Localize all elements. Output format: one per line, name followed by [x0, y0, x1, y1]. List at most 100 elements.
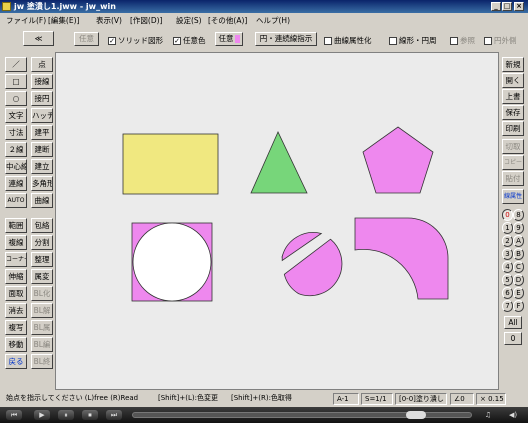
maximize-button[interactable]: □	[502, 2, 512, 11]
checkbox-box	[324, 37, 332, 45]
tool-button-10-1[interactable]: 分割	[31, 235, 53, 250]
layer-group-button-5[interactable]: 5	[502, 274, 513, 286]
tool-button-17-0[interactable]: 戻る	[5, 354, 27, 369]
close-button[interactable]: ×	[514, 2, 524, 11]
title-bar: jw 塗潰し1.jww - jw_win _ □ ×	[0, 0, 528, 13]
current-layer-button[interactable]: 0	[504, 332, 522, 345]
tool-button-8-1[interactable]: 曲線	[31, 193, 53, 208]
seek-bar[interactable]	[132, 411, 472, 419]
tool-button-14-0[interactable]: 消去	[5, 303, 27, 318]
tool-button-2-0[interactable]: ○	[5, 91, 27, 106]
tool-button-15-0[interactable]: 複写	[5, 320, 27, 335]
tool-button-16-1[interactable]: BL編	[31, 337, 53, 352]
tool-button-8-0[interactable]: AUTO	[5, 193, 27, 208]
menu-other[interactable]: [その他(A)]	[208, 15, 247, 26]
curve-attribute-checkbox[interactable]: 曲線属性化	[324, 35, 372, 46]
layer-group-button-B[interactable]: B	[513, 248, 524, 260]
tool-button-2-1[interactable]: 接円	[31, 91, 53, 106]
layer-display[interactable]: [0-0]塗り潰し	[395, 393, 447, 405]
tool-button-6-0[interactable]: 中心線	[5, 159, 27, 174]
scale-display[interactable]: S=1/1	[361, 393, 393, 405]
collapse-button[interactable]: ≪	[23, 31, 54, 46]
file-button-6[interactable]: コピー	[502, 155, 524, 170]
tool-button-5-0[interactable]: ２線	[5, 142, 27, 157]
tool-button-4-1[interactable]: 建平	[31, 125, 53, 140]
solid-shape-checkbox[interactable]: ✓ ソリッド図形	[108, 35, 163, 46]
stop-button[interactable]: ⏹	[82, 410, 98, 420]
tool-button-1-1[interactable]: 接線	[31, 74, 53, 89]
tool-button-3-1[interactable]: ハッチ	[31, 108, 53, 123]
arc-continuous-button[interactable]: 円・連続線指示	[255, 32, 317, 46]
custom-color-checkbox[interactable]: ✓ 任意色	[173, 35, 206, 46]
tool-button-1-0[interactable]: □	[5, 74, 27, 89]
file-button-8[interactable]: 線属性	[502, 189, 524, 204]
layer-group-button-4[interactable]: 4	[502, 261, 513, 273]
tool-button-14-1[interactable]: BL解	[31, 303, 53, 318]
menu-bar: ファイル(F) [編集(E)] 表示(V) [作図(D)] 設定(S) [その他…	[0, 13, 528, 28]
layer-group-button-0[interactable]: 0	[502, 209, 513, 221]
tool-button-9-1[interactable]: 包絡	[31, 218, 53, 233]
tool-button-7-1[interactable]: 多角形	[31, 176, 53, 191]
file-button-3[interactable]: 保存	[502, 105, 524, 120]
file-button-2[interactable]: 上書	[502, 89, 524, 104]
tool-button-9-0[interactable]: 範囲	[5, 218, 27, 233]
layer-group-button-C[interactable]: C	[513, 261, 524, 273]
tool-button-10-0[interactable]: 複線	[5, 235, 27, 250]
layer-group-button-A[interactable]: A	[513, 235, 524, 247]
tool-button-11-0[interactable]: コーナー	[5, 252, 27, 267]
layer-group-button-D[interactable]: D	[513, 274, 524, 286]
menu-draw[interactable]: [作図(D)]	[130, 15, 162, 26]
layer-all-button[interactable]: All	[504, 316, 522, 329]
menu-help[interactable]: ヘルプ(H)	[256, 15, 290, 26]
zoom-display[interactable]: × 0.15	[476, 393, 506, 405]
layer-group-button-1[interactable]: 1	[502, 222, 513, 234]
tool-button-5-1[interactable]: 建断	[31, 142, 53, 157]
layer-group-button-9[interactable]: 9	[513, 222, 524, 234]
dimmed-mode-button[interactable]: 任意	[74, 32, 99, 46]
tool-button-17-1[interactable]: BL終	[31, 354, 53, 369]
line-circumference-checkbox[interactable]: 線形・円周	[389, 35, 437, 46]
layer-group-button-7[interactable]: 7	[502, 300, 513, 312]
outer-circle-checkbox[interactable]: 円外側	[484, 35, 517, 46]
minimize-button[interactable]: _	[491, 2, 501, 11]
file-button-5[interactable]: 切取	[502, 139, 524, 154]
tool-button-11-1[interactable]: 整理	[31, 252, 53, 267]
play-button[interactable]: ▶	[34, 410, 50, 420]
menu-edit[interactable]: [編集(E)]	[48, 15, 79, 26]
rewind-button[interactable]: ⏮	[6, 410, 22, 420]
seek-knob[interactable]	[406, 411, 426, 419]
tool-button-13-1[interactable]: BL化	[31, 286, 53, 301]
layer-group-button-2[interactable]: 2	[502, 235, 513, 247]
reference-checkbox[interactable]: 参照	[450, 35, 475, 46]
tool-button-0-1[interactable]: 点	[31, 57, 53, 72]
pause-button[interactable]: ⏸	[58, 410, 74, 420]
tool-button-15-1[interactable]: BL属	[31, 320, 53, 335]
menu-file[interactable]: ファイル(F)	[6, 15, 46, 26]
drawing-canvas[interactable]	[55, 52, 499, 390]
layer-group-button-3[interactable]: 3	[502, 248, 513, 260]
tool-button-12-0[interactable]: 伸縮	[5, 269, 27, 284]
menu-view[interactable]: 表示(V)	[96, 15, 122, 26]
tool-button-7-0[interactable]: 連線	[5, 176, 27, 191]
file-button-0[interactable]: 新規	[502, 57, 524, 72]
file-button-4[interactable]: 印刷	[502, 121, 524, 136]
menu-settings[interactable]: 設定(S)	[176, 15, 202, 26]
tool-button-16-0[interactable]: 移動	[5, 337, 27, 352]
tool-button-4-0[interactable]: 寸法	[5, 125, 27, 140]
tool-button-6-1[interactable]: 建立	[31, 159, 53, 174]
tool-button-3-0[interactable]: 文字	[5, 108, 27, 123]
layer-group-button-6[interactable]: 6	[502, 287, 513, 299]
layer-group-button-E[interactable]: E	[513, 287, 524, 299]
next-button[interactable]: ⏭	[106, 410, 122, 420]
tool-button-13-0[interactable]: 面取	[5, 286, 27, 301]
file-button-7[interactable]: 貼付	[502, 171, 524, 186]
angle-display[interactable]: ∠0	[450, 393, 474, 405]
volume-icon[interactable]: ◀)	[505, 410, 521, 420]
tool-button-0-0[interactable]: ／	[5, 57, 27, 72]
tool-button-12-1[interactable]: 属変	[31, 269, 53, 284]
layer-group-button-F[interactable]: F	[513, 300, 524, 312]
file-button-1[interactable]: 開く	[502, 73, 524, 88]
layer-group-button-8[interactable]: 8	[513, 209, 524, 221]
color-picker-button[interactable]: 任意	[215, 32, 243, 46]
paper-size[interactable]: A-1	[333, 393, 359, 405]
